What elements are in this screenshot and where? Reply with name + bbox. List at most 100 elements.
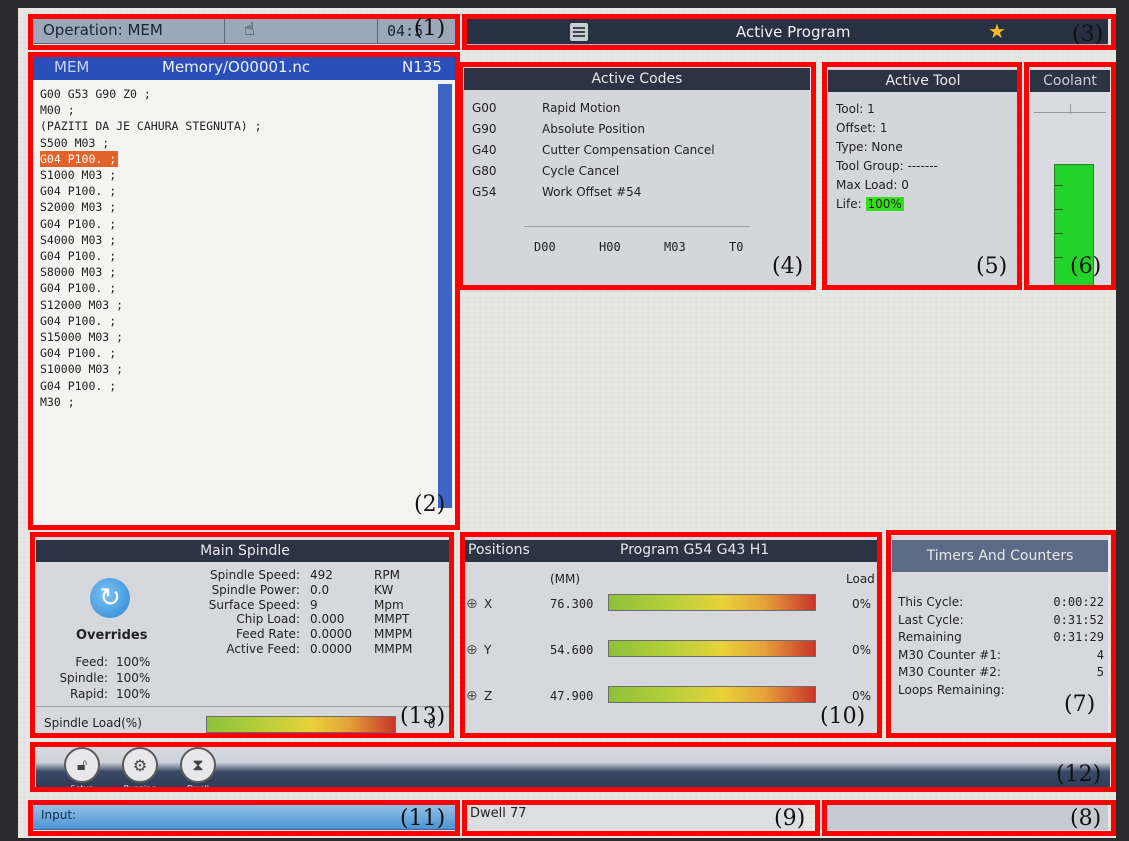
axis-position: 76.300: [550, 597, 594, 611]
program-line[interactable]: S12000 M03 ;: [40, 297, 435, 313]
region-label-4: (4): [772, 254, 804, 279]
timer-value: 5: [1096, 665, 1104, 680]
active-code-row: G80 Cycle Cancel: [472, 161, 802, 182]
override-value: 100%: [116, 655, 151, 669]
timer-value: 0:31:52: [1053, 612, 1104, 627]
main-spindle-title: Main Spindle: [36, 540, 454, 562]
active-codes-panel: Active Codes G00 Rapid Motion G90 Absolute …: [464, 66, 810, 292]
running-icon[interactable]: ⚙: [122, 747, 158, 783]
timer-name: M30 Counter #2:: [898, 665, 1001, 680]
active-code: G80: [472, 164, 497, 178]
spindle-stat-unit: KW: [374, 582, 394, 597]
favorite-star-icon[interactable]: ★: [988, 19, 1006, 43]
menu-icon[interactable]: [570, 23, 588, 41]
program-line[interactable]: G04 P100. ;: [40, 280, 435, 296]
program-line[interactable]: S10000 M03 ;: [40, 361, 435, 377]
message-bar: Dwell 77: [466, 800, 804, 830]
bottom-right-bar: [816, 800, 1108, 830]
active-code-description: Cutter Compensation Cancel: [542, 143, 715, 157]
axis-row: ⊕ Y 54.600 0%: [464, 640, 878, 664]
spindle-stat-row: Spindle Power: 0.0 KW: [186, 583, 448, 598]
program-line[interactable]: G04 P100. ;: [40, 216, 435, 232]
axis-row: ⊕ Z 47.900 0%: [464, 686, 878, 710]
program-line[interactable]: M30 ;: [40, 394, 435, 410]
program-panel: MEM Memory/O00001.nc N135 G00 G53 G90 Z0…: [32, 56, 458, 526]
positions-load-header: Load: [846, 572, 875, 586]
mode-button-setup[interactable]: 🔓︎ Setup: [56, 747, 108, 791]
spindle-stat-unit: RPM: [374, 568, 400, 582]
active-code-footer-item: H00: [599, 240, 621, 254]
program-line[interactable]: S8000 M03 ;: [40, 264, 435, 280]
timers-list: This Cycle: 0:00:22 Last Cycle: 0:31:52 Rema…: [898, 594, 1104, 700]
dwell-hourglass-icon[interactable]: ⧗: [180, 747, 216, 783]
override-value: 100%: [116, 687, 151, 701]
program-line[interactable]: S4000 M03 ;: [40, 232, 435, 248]
spindle-stat-name: Spindle Speed:: [210, 568, 300, 582]
program-header: MEM Memory/O00001.nc N135: [32, 56, 458, 80]
program-line[interactable]: G04 P100. ;: [40, 313, 435, 329]
spindle-stat-value: 0.000: [310, 612, 345, 627]
timer-value: 0:00:22: [1053, 595, 1104, 609]
spindle-stat-row: Chip Load: 0.000 MMPT: [186, 612, 448, 627]
mode-button-running[interactable]: ⚙ Running: [114, 747, 166, 791]
region-label-2: (2): [414, 492, 446, 517]
program-line[interactable]: G04 P100. ;: [40, 378, 435, 394]
spindle-stat-name: Spindle Power:: [211, 582, 300, 597]
program-line[interactable]: S15000 M03 ;: [40, 329, 435, 345]
program-code-list[interactable]: G00 G53 G90 Z0 ; M00 ; (PAZITI DA JE CAHUR…: [40, 86, 435, 410]
axis-home-icon[interactable]: ⊕: [466, 688, 478, 704]
spindle-stat-name: Surface Speed:: [208, 597, 300, 612]
program-path: Memory/O00001.nc: [162, 58, 311, 76]
active-code-row: G54 Work Offset #54: [472, 182, 802, 203]
program-line-current[interactable]: G04 P100. ;: [40, 150, 119, 168]
axis-home-icon[interactable]: ⊕: [466, 642, 478, 658]
active-code-footer-item: D00: [534, 240, 556, 254]
active-code-row: G40 Cutter Compensation Cancel: [472, 140, 802, 161]
spindle-load-label: Spindle Load(%): [44, 716, 142, 730]
active-code: G40: [472, 143, 497, 157]
program-line[interactable]: G04 P100. ;: [40, 183, 435, 199]
override-name: Feed:: [75, 655, 108, 669]
axis-name: Z: [484, 689, 493, 703]
override-row: Spindle: 100%: [54, 670, 174, 686]
timer-row: Remaining 0:31:29: [898, 629, 1104, 647]
active-code: G00: [472, 101, 497, 115]
program-line[interactable]: (PAZITI DA JE CAHURA STEGNUTA) ;: [40, 118, 435, 134]
program-scrollbar[interactable]: [438, 84, 452, 508]
timer-name: Loops Remaining:: [898, 682, 1005, 697]
active-code-description: Rapid Motion: [542, 101, 621, 115]
tool-life-value: 100%: [865, 197, 904, 211]
mode-button-dwell[interactable]: ⧗ Dwell: [172, 747, 224, 791]
axis-position: 47.900: [550, 689, 594, 703]
program-line[interactable]: M00 ;: [40, 102, 435, 118]
program-line[interactable]: S2000 M03 ;: [40, 199, 435, 215]
region-label-6: (6): [1070, 254, 1102, 279]
region-label-5: (5): [976, 254, 1008, 279]
spindle-overrides-icon[interactable]: ↻: [90, 578, 130, 618]
touch-icon[interactable]: ☝: [244, 19, 255, 40]
spindle-stat-value: 492: [310, 568, 333, 582]
active-codes-title: Active Codes: [464, 68, 810, 90]
axis-home-icon[interactable]: ⊕: [466, 596, 478, 612]
program-line[interactable]: S1000 M03 ;: [40, 167, 435, 183]
setup-lock-icon[interactable]: 🔓︎: [64, 747, 100, 783]
spindle-stat-unit: Mpm: [374, 597, 404, 612]
axis-name: Y: [484, 643, 492, 657]
tool-max-load: Max Load: 0: [836, 178, 909, 192]
positions-panel: Positions Program G54 G43 H1 (MM) Load ⊕…: [464, 536, 878, 734]
spindle-stat-unit: MMPM: [374, 627, 413, 642]
program-line[interactable]: G00 G53 G90 Z0 ;: [40, 86, 435, 102]
active-code: G90: [472, 122, 497, 136]
program-line[interactable]: G04 P100. ;: [40, 345, 435, 361]
timers-title: Timers And Counters: [892, 540, 1108, 572]
program-line[interactable]: S500 M03 ;: [40, 135, 435, 151]
active-program-bar: Active Program ★: [466, 18, 1108, 46]
timer-value: 0:31:29: [1053, 630, 1104, 645]
mode-buttons: 🔓︎ Setup ⚙ Running ⧗ Dwell: [56, 747, 296, 791]
input-field[interactable]: Input:: [32, 800, 456, 830]
timer-name: M30 Counter #1:: [898, 647, 1001, 662]
positions-header: Positions Program G54 G43 H1: [464, 540, 878, 562]
program-line[interactable]: G04 P100. ;: [40, 248, 435, 264]
mode-button-label: Setup: [70, 785, 94, 791]
active-code-footer-item: T0: [729, 240, 744, 254]
